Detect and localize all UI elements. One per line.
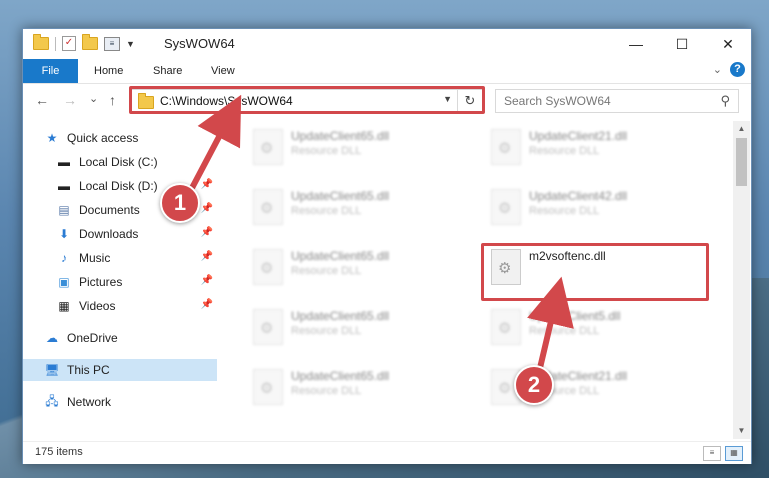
annotation-arrows [189,94,574,371]
arrow-to-address [189,94,242,191]
arrow-to-file [527,276,574,371]
step-1-badge: 1 [160,183,200,223]
step-2-badge: 2 [514,365,554,405]
